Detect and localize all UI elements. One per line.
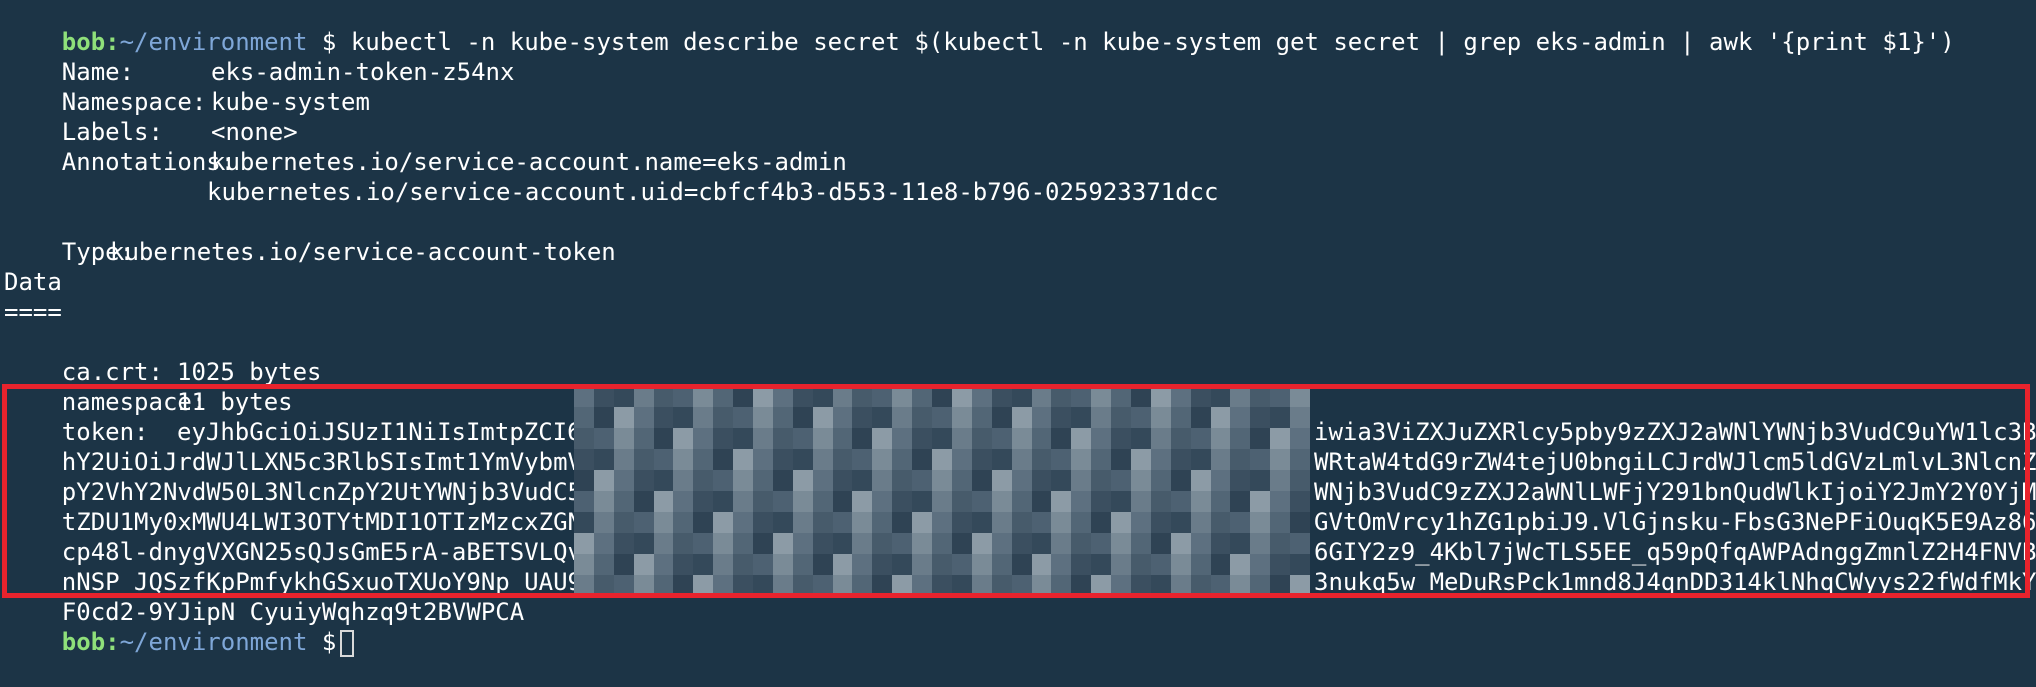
prompt-path: ~/environment [119,628,308,656]
prompt-symbol: $ [321,628,337,656]
ca-crt-row: ca.crt: 1025 bytes [61,358,322,386]
command-text: kubectl -n kube-system describe secret $… [350,28,1955,56]
name-row: Name: eks-admin-token-z54nx [61,58,515,86]
prompt-path: ~/environment [119,28,308,56]
namespace-bytes-row: namespace: 11 bytes [61,388,293,416]
namespace-row: Namespace: kube-system [61,88,370,116]
data-heading: Data [4,268,62,296]
next-prompt-line[interactable]: bob:~/environment $ [4,597,355,657]
namespace-value: kube-system [211,88,370,116]
labels-row: Labels: <none> [61,118,298,146]
type-value: kubernetes.io/service-account-token [110,238,616,266]
data-rule: ==== [4,298,62,326]
cursor[interactable] [340,629,355,657]
annotations-row: Annotations: kubernetes.io/service-accoun… [61,148,847,176]
name-value: eks-admin-token-z54nx [211,58,515,86]
prompt-user: bob [61,628,106,656]
command-line: bob:~/environment $ kubectl -n kube-syst… [61,28,1955,56]
token-highlight-box [2,384,2030,598]
annotations-row-2: kubernetes.io/service-account.uid=cbfcf4… [4,147,1218,206]
terminal-window[interactable]: bob:~/environment $ kubectl -n kube-syst… [0,0,2036,657]
annotation-uid: kubernetes.io/service-account.uid=cbfcf4… [207,178,1219,206]
type-row: Type: kubernetes.io/service-account-token [61,238,616,266]
prompt-symbol: $ [321,28,337,56]
annotation-name: kubernetes.io/service-account.name=eks-a… [211,148,847,176]
